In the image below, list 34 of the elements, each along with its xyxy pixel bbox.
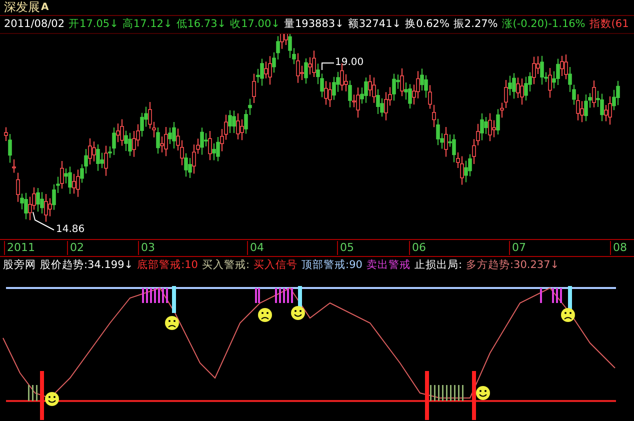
stock-class-label: A <box>41 2 49 13</box>
quote-value: 高17.12↓ <box>122 17 172 32</box>
month-label: 07 <box>509 240 526 255</box>
leader-line <box>32 211 54 230</box>
quote-value: 涨(-0.20)-1.16% <box>502 17 586 32</box>
quote-value: 振2.27% <box>453 17 498 32</box>
quote-value: 低16.73↓ <box>176 17 226 32</box>
quote-value: 换0.62% <box>405 17 450 32</box>
month-label: 06 <box>409 240 426 255</box>
month-label: 08 <box>610 240 627 255</box>
quote-value: 额32741↓ <box>348 17 402 32</box>
quote-value: 指数(61 <box>589 17 629 32</box>
high-price-label: 19.00 <box>335 56 364 68</box>
month-label: 05 <box>337 240 354 255</box>
month-label: 02 <box>67 240 84 255</box>
quote-value: 开17.05↓ <box>68 17 118 32</box>
stock-name: 深发展 <box>4 0 40 16</box>
leader-line <box>322 62 334 70</box>
indicator-label: 买入警戒: <box>202 258 250 272</box>
indicator-label: 卖出警戒 <box>366 258 410 272</box>
month-label: 2011 <box>4 240 35 255</box>
indicator-label: 顶部警戒:90 <box>302 258 362 272</box>
low-price-label: 14.86 <box>56 224 85 235</box>
month-label: 03 <box>138 240 155 255</box>
quote-value: 量193883↓ <box>284 17 344 32</box>
quote-value: 收17.00↓ <box>230 17 280 32</box>
month-label: 04 <box>247 240 264 255</box>
indicator-label: 买入信号 <box>254 258 298 272</box>
indicator-label: 止损出局: <box>414 258 462 272</box>
quote-value: 2011/08/02 <box>4 18 65 30</box>
indicator-label: 股价趋势:34.199↓ <box>40 258 134 272</box>
indicator-label: 底部警戒:10 <box>137 258 198 272</box>
indicator-label: 股旁网 <box>3 258 36 272</box>
indicator-label: 多方趋势:30.237↓ <box>466 258 560 272</box>
